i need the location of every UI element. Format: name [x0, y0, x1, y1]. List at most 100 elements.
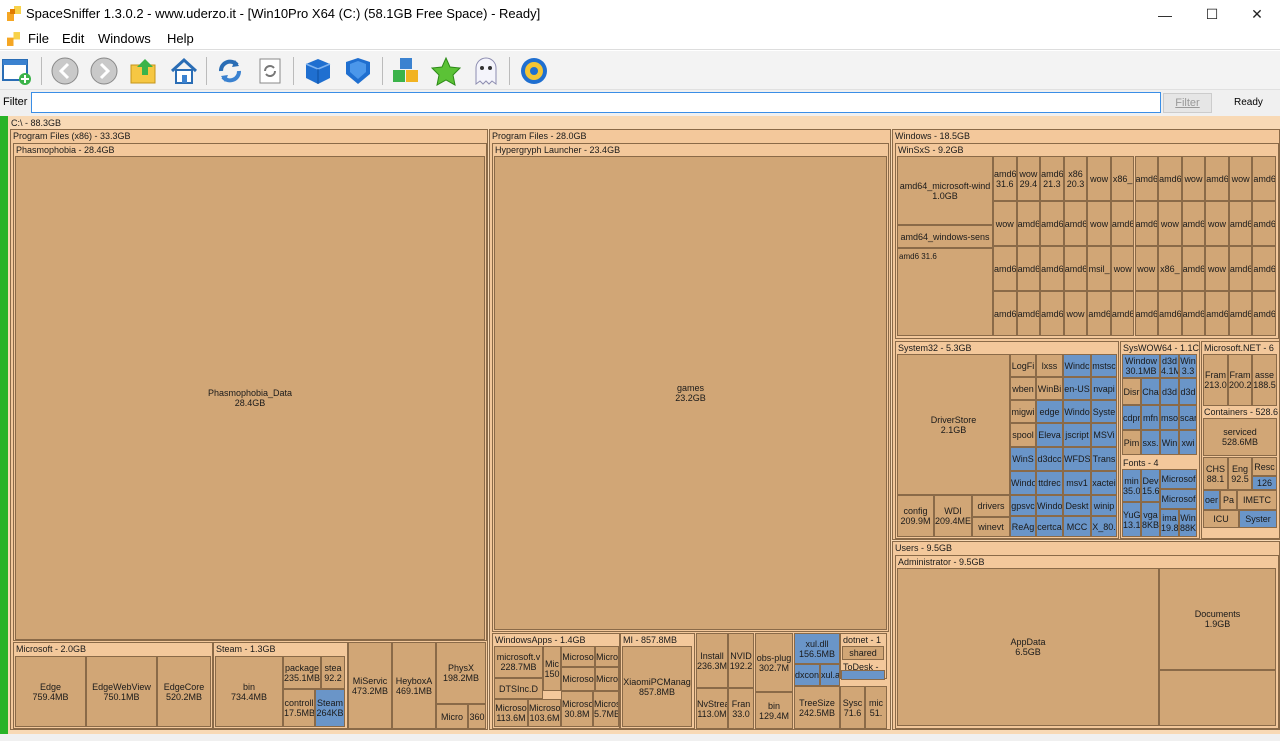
refresh-icon[interactable] — [214, 55, 246, 87]
file-gpsvc[interactable]: gpsvc — [1010, 495, 1036, 516]
winsxs-cell[interactable]: wow — [1134, 246, 1159, 291]
folder-nvstream[interactable]: NvStrea 113.0M — [696, 688, 728, 729]
winsxs-cell[interactable]: amd6 — [1134, 156, 1159, 201]
folder-documents[interactable]: Documents 1.9GB — [1159, 568, 1276, 670]
file-xul-dll[interactable]: xul.dll 156.5MB — [794, 633, 840, 664]
file-certca[interactable]: certca — [1036, 516, 1063, 537]
folder-wdi[interactable]: WDI 209.4ME — [934, 495, 972, 537]
winsxs-cell[interactable]: amd6 — [1252, 291, 1276, 336]
folder-micro-e[interactable]: Microso — [561, 667, 595, 691]
folder-microsoft[interactable]: Microsoft - 2.0GB Edge 759.4MB EdgeWebVi… — [13, 642, 213, 729]
file-ima[interactable]: ima 19.8 — [1160, 509, 1179, 537]
folder-mic150[interactable]: Mic 150 — [543, 646, 561, 691]
star-icon[interactable] — [430, 55, 462, 87]
menu-help[interactable]: Help — [167, 31, 194, 46]
folder-wbem[interactable]: wben — [1010, 377, 1036, 400]
folder-xiaomi[interactable]: XiaomiPCManag 857.8MB — [622, 646, 692, 727]
folder-appdata[interactable]: AppData 6.5GB — [897, 568, 1159, 726]
folder-logfiles[interactable]: LogFi — [1010, 354, 1036, 377]
folder-pim[interactable]: Pim — [1122, 430, 1141, 455]
folder-driverstore[interactable]: DriverStore 2.1GB — [897, 354, 1010, 495]
folder-sysc[interactable]: Sysc 71.6 — [840, 686, 865, 729]
folder-chs[interactable]: CHS 88.1 — [1203, 457, 1228, 490]
file-wfds[interactable]: WFDS — [1063, 447, 1091, 471]
folder-edge[interactable]: Edge 759.4MB — [15, 656, 86, 727]
folder-drivers[interactable]: drivers — [972, 495, 1010, 517]
folder-bin[interactable]: bin 734.4MB — [215, 656, 283, 727]
winsxs-cell[interactable]: wow — [1087, 201, 1111, 246]
file-cdpr[interactable]: cdpr — [1122, 405, 1141, 430]
folder-migwiz[interactable]: migwi — [1010, 400, 1036, 423]
file-vga[interactable]: vga 8KB — [1141, 502, 1160, 537]
folder-microsoft-net[interactable]: Microsoft.NET - 6 Fram 213.0 Fram 200.2 … — [1201, 341, 1279, 539]
folder-hypergryph[interactable]: Hypergryph Launcher - 23.4GB games 23.2G… — [492, 143, 889, 632]
folder-micro[interactable]: Micro — [436, 704, 468, 729]
winsxs-cell[interactable]: amd6 — [1181, 246, 1206, 291]
folder-assembly[interactable]: asse 188.5 — [1252, 354, 1277, 406]
settings-gear-icon[interactable] — [518, 55, 550, 87]
file-win33[interactable]: Win 3.3 — [1179, 354, 1197, 378]
winsxs-cell[interactable]: amd6 — [993, 291, 1017, 336]
file-cha[interactable]: Cha — [1141, 378, 1160, 405]
winsxs-cell[interactable]: amd6 — [1040, 246, 1064, 291]
file-oer[interactable]: oer — [1203, 490, 1220, 510]
folder-en-us[interactable]: en-US — [1063, 377, 1091, 400]
winsxs-cell[interactable]: amd6 — [1110, 291, 1135, 336]
file-d3d[interactable]: d3d 4.1M — [1160, 354, 1179, 378]
folder-microsoft-f1[interactable]: Microsof — [1160, 469, 1197, 489]
file-mcc[interactable]: MCC — [1063, 516, 1091, 537]
winsxs-cell[interactable]: x86 20.3 — [1063, 156, 1088, 201]
winsxs-cell[interactable]: amd6 — [1158, 291, 1182, 336]
file-126[interactable]: 126 — [1252, 476, 1277, 490]
new-scan-icon[interactable] — [1, 55, 33, 87]
folder-windows[interactable]: Windows - 18.5GB WinSxS - 9.2GB amd64_mi… — [892, 129, 1280, 540]
folder-system-b[interactable]: Syster — [1239, 510, 1277, 528]
winsxs-cell[interactable]: amd6 31.6 — [993, 156, 1017, 201]
folder-nvidia[interactable]: NVID 192.2 — [728, 633, 754, 688]
folder-obs[interactable]: obs-plug 302.7M — [755, 633, 793, 692]
winsxs-cell[interactable]: amd6 — [1040, 291, 1064, 336]
file-xwi[interactable]: xwi — [1179, 430, 1197, 455]
file-deskt[interactable]: Deskt — [1063, 495, 1091, 516]
folder-winsx2[interactable]: WinS — [1010, 447, 1036, 471]
back-icon[interactable] — [49, 55, 81, 87]
winsxs-cell[interactable]: wow — [1063, 291, 1088, 336]
minimize-button[interactable]: — — [1142, 0, 1188, 29]
file-ttdrec[interactable]: ttdrec — [1036, 471, 1063, 495]
folder-reagent[interactable]: ReAg — [1010, 516, 1036, 537]
folder-windowsapps[interactable]: WindowsApps - 1.4GB microsoft.v 228.7MB … — [492, 633, 620, 729]
file-win2[interactable]: Win — [1160, 430, 1179, 455]
file-scar[interactable]: scar — [1179, 405, 1197, 430]
winsxs-cell[interactable]: wow — [1087, 156, 1111, 201]
file-windo2[interactable]: Windo — [1010, 471, 1036, 495]
file-msvi[interactable]: MSVi — [1091, 423, 1117, 447]
folder-mi[interactable]: MI - 857.8MB XiaomiPCManag 857.8MB — [620, 633, 695, 729]
folder-micro-h[interactable]: Micros 5.7MB — [593, 691, 619, 727]
folder-micro-g[interactable]: Microso 30.8M — [561, 691, 593, 727]
file-x80[interactable]: X_80. — [1091, 516, 1117, 537]
file-windo3[interactable]: Windo — [1036, 495, 1063, 516]
file-mfn[interactable]: mfn — [1141, 405, 1160, 430]
folder-syswow64[interactable]: SysWOW64 - 1.1C Window 30.1MB d3d 4.1M W… — [1120, 341, 1200, 539]
folder-administrator[interactable]: Administrator - 9.5GB AppData 6.5GB Docu… — [895, 555, 1279, 729]
winsxs-cell[interactable]: amd6 — [1087, 291, 1111, 336]
blue-shield-icon[interactable] — [342, 55, 374, 87]
folder-nvapi[interactable]: nvapi — [1091, 377, 1117, 400]
winsxs-cell[interactable]: amd6 — [1205, 156, 1229, 201]
file-d3dcc[interactable]: d3dcc — [1036, 447, 1063, 471]
filter-input[interactable] — [31, 92, 1161, 113]
folder-syste[interactable]: Syste — [1091, 400, 1117, 423]
folder-disr[interactable]: Disr — [1122, 378, 1141, 405]
winsxs-cell[interactable]: wow — [1228, 156, 1253, 201]
folder-system32[interactable]: System32 - 5.3GB DriverStore 2.1GB confi… — [895, 341, 1119, 539]
file-msv1[interactable]: msv1 — [1063, 471, 1091, 495]
folder-pa[interactable]: Pa — [1220, 490, 1237, 510]
winsxs-cell[interactable]: amd6 — [1110, 201, 1135, 246]
winsxs-lower-left[interactable]: amd6 31.6 — [897, 248, 993, 336]
folder-program-files-x86[interactable]: Program Files (x86) - 33.3GB Phasmophobi… — [10, 129, 488, 730]
file-mso[interactable]: mso — [1160, 405, 1179, 430]
ghost-icon[interactable] — [470, 55, 502, 87]
folder-eng[interactable]: Eng 92.5 — [1228, 457, 1252, 490]
winsxs-cell[interactable]: wow — [993, 201, 1017, 246]
file-xul-a[interactable]: xul.a — [820, 664, 840, 686]
